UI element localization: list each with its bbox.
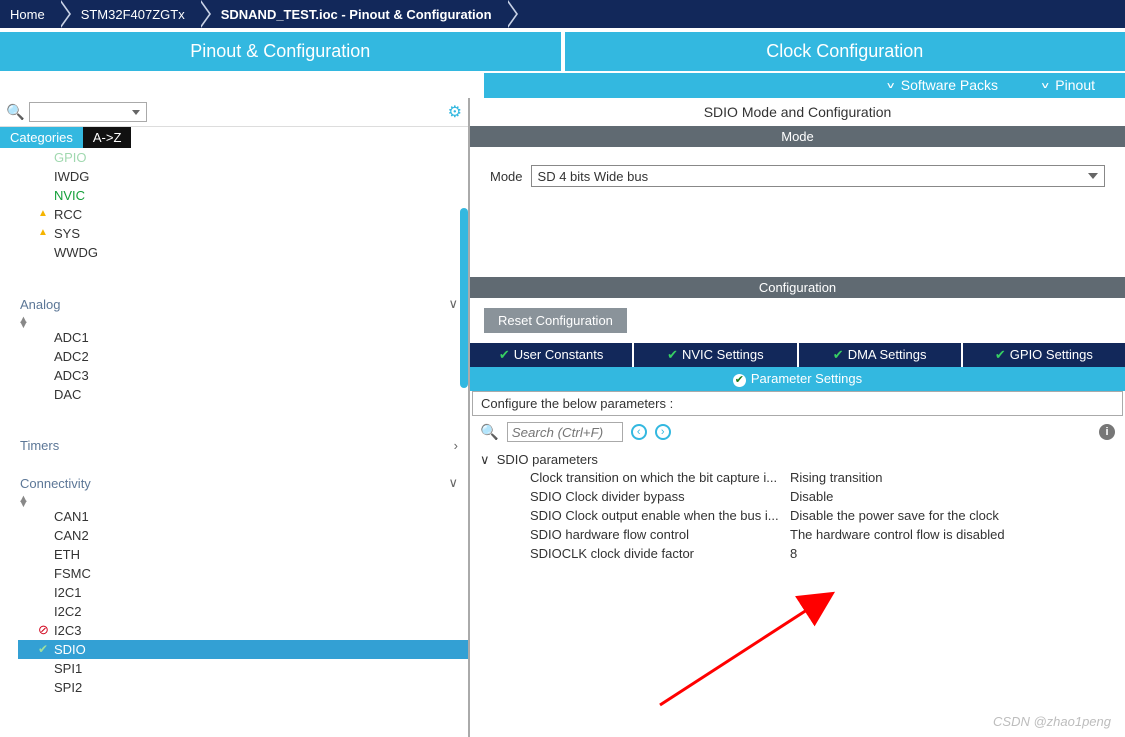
chevron-down-icon: ∨ [1040,80,1050,90]
crumb-file[interactable]: SDNAND_TEST.ioc - Pinout & Configuration [199,0,506,28]
peripheral-tree: GPIO IWDG NVIC RCC SYS WWDG Analog∨ ▲▼ A… [0,148,468,737]
config-band: Configuration [470,277,1125,298]
item-i2c3[interactable]: I2C3 [18,621,468,640]
mode-select[interactable]: SD 4 bits Wide bus [531,165,1105,187]
item-can2[interactable]: CAN2 [18,526,468,545]
param-search-input[interactable] [507,422,623,442]
item-nvic[interactable]: NVIC [18,186,468,205]
item-i2c2[interactable]: I2C2 [18,602,468,621]
tab-nvic-settings[interactable]: ✔NVIC Settings [634,343,796,367]
check-icon: ✔ [499,347,510,362]
next-match-icon[interactable]: › [655,424,671,440]
crumb-home[interactable]: Home [0,0,59,28]
credit-text: CSDN @zhao1peng [993,714,1111,729]
info-icon[interactable]: i [1099,424,1115,440]
tab-pinout-config[interactable]: Pinout & Configuration [0,32,561,71]
item-spi2[interactable]: SPI2 [18,678,468,697]
crumb-device[interactable]: STM32F407ZGTx [59,0,199,28]
mode-band: Mode [470,126,1125,147]
tab-categories[interactable]: Categories [0,127,83,148]
item-i2c1[interactable]: I2C1 [18,583,468,602]
search-icon[interactable]: 🔍 [480,423,499,441]
breadcrumb: Home STM32F407ZGTx SDNAND_TEST.ioc - Pin… [0,0,1125,28]
gear-icon[interactable]: ⚙ [448,102,462,122]
tab-az[interactable]: A->Z [83,127,132,148]
param-row[interactable]: SDIO Clock divider bypassDisable [480,487,1115,506]
configure-label: Configure the below parameters : [472,391,1123,416]
peripheral-search-combo[interactable] [29,102,147,122]
check-icon: ✔ [733,374,746,387]
item-can1[interactable]: CAN1 [18,507,468,526]
item-wwdg[interactable]: WWDG [18,243,468,262]
item-sys[interactable]: SYS [18,224,468,243]
section-analog[interactable]: Analog∨ [18,290,468,318]
param-row[interactable]: SDIOCLK clock divide factor8 [480,544,1115,563]
chevron-down-icon: ∨ [886,80,896,90]
check-icon: ✔ [667,347,678,362]
item-spi1[interactable]: SPI1 [18,659,468,678]
item-rcc[interactable]: RCC [18,205,468,224]
search-icon[interactable]: 🔍 [6,103,25,121]
check-icon: ✔ [995,347,1006,362]
param-row[interactable]: Clock transition on which the bit captur… [480,468,1115,487]
param-group-sdio[interactable]: ∨ SDIO parameters [480,452,1115,468]
left-panel: 🔍 ⚙ Categories A->Z GPIO IWDG NVIC RCC S… [0,98,470,737]
right-panel: SDIO Mode and Configuration Mode Mode SD… [470,98,1125,737]
tab-dma-settings[interactable]: ✔DMA Settings [799,343,961,367]
check-icon: ✔ [833,347,844,362]
sort-arrow-icon[interactable]: ▲▼ [18,318,258,328]
tab-gpio-settings[interactable]: ✔GPIO Settings [963,343,1125,367]
item-adc2[interactable]: ADC2 [18,347,468,366]
dropdown-pinout[interactable]: ∨Pinout [1040,77,1095,94]
item-adc3[interactable]: ADC3 [18,366,468,385]
section-connectivity[interactable]: Connectivity∨ [18,469,468,497]
item-iwdg[interactable]: IWDG [18,167,468,186]
reset-configuration-button[interactable]: Reset Configuration [484,308,627,333]
tab-clock-config[interactable]: Clock Configuration [565,32,1125,71]
item-adc1[interactable]: ADC1 [18,328,468,347]
item-eth[interactable]: ETH [18,545,468,564]
item-sdio[interactable]: SDIO [18,640,468,659]
dropdown-software-packs[interactable]: ∨Software Packs [886,77,999,94]
chevron-down-icon: ∨ [448,475,458,491]
sort-arrow-icon[interactable]: ▲▼ [18,497,258,507]
chevron-down-icon: ∨ [448,296,458,312]
peripheral-title: SDIO Mode and Configuration [470,98,1125,126]
chevron-right-icon: › [454,438,458,453]
item-fsmc[interactable]: FSMC [18,564,468,583]
section-timers[interactable]: Timers› [18,432,468,459]
tab-parameter-settings[interactable]: ✔Parameter Settings [470,367,1125,391]
item-dac[interactable]: DAC [18,385,468,404]
prev-match-icon[interactable]: ‹ [631,424,647,440]
mode-label: Mode [490,169,523,184]
tab-user-constants[interactable]: ✔User Constants [470,343,632,367]
item-gpio[interactable]: GPIO [18,148,468,167]
param-row[interactable]: SDIO Clock output enable when the bus i.… [480,506,1115,525]
param-row[interactable]: SDIO hardware flow controlThe hardware c… [480,525,1115,544]
